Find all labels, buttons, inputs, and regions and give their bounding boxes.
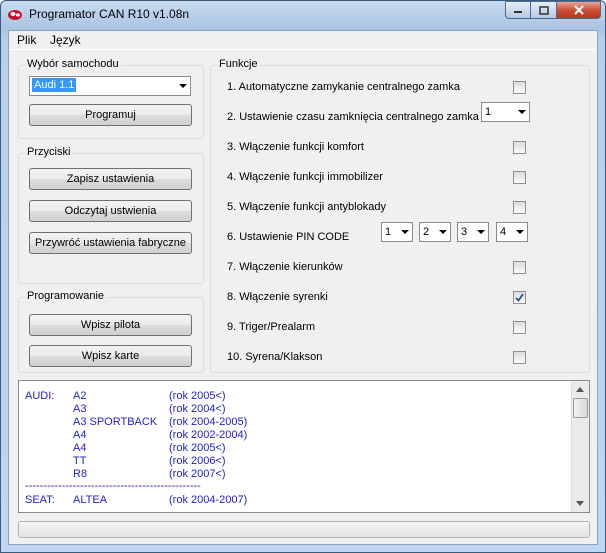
function-label-9: 9. Triger/Prealarm [227,321,316,333]
chevron-down-icon [401,230,409,234]
function-label-7: 7. Włączenie kierunków [227,261,343,273]
menu-plik[interactable]: Plik [17,33,36,47]
pin-digit-2-select[interactable]: 2 [419,222,451,242]
program-button[interactable]: Programuj [29,104,192,126]
menu-bar: Plik Język [9,31,597,50]
app-window: Programator CAN R10 v1.08n Plik Język Wy… [0,0,606,553]
list-separator: ----------------------------------------… [25,480,201,492]
window-title: Programator CAN R10 v1.08n [29,7,190,21]
client-area: Plik Język Wybór samochodu Audi 1.1 Prog… [8,30,598,545]
checkbox-trigger-prealarm[interactable] [513,321,526,334]
close-icon [573,5,584,15]
list-item: A3 (rok 2004<) [19,403,569,416]
list-years: (rok 2004-2005) [169,416,248,428]
write-remote-button[interactable]: Wpisz pilota [29,314,192,336]
checkbox-comfort[interactable] [513,141,526,154]
list-model: A4 [73,429,87,441]
title-bar[interactable]: Programator CAN R10 v1.08n [1,1,605,29]
list-brand: SEAT: [25,494,55,506]
checkbox-auto-lock[interactable] [513,81,526,94]
car-list[interactable]: AUDI: A2 (rok 2005<) A3 (rok 2004<) A3 S… [18,380,590,513]
list-years: (rok 2005<) [169,442,226,454]
checkmark-icon [515,293,524,302]
checkbox-immobilizer[interactable] [513,171,526,184]
list-years: (rok 2007<) [169,468,226,480]
list-model: TT [73,455,87,467]
list-years: (rok 2004-2007) [169,494,248,506]
progress-bar [18,521,590,538]
list-item: TT (rok 2006<) [19,455,569,468]
function-label-2: 2. Ustawienie czasu zamknięcia centralne… [227,111,479,123]
list-model: A2 [73,390,87,402]
checkbox-siren-horn[interactable] [513,351,526,364]
list-years: (rok 2002-2004) [169,429,248,441]
chevron-down-icon [518,110,526,114]
car-selection-label: Wybór samochodu [25,58,121,70]
list-item: AUDI: A2 (rok 2005<) [19,390,569,403]
lock-time-value: 1 [485,106,492,118]
chevron-down-icon [516,230,524,234]
maximize-icon [538,5,549,15]
programming-group-label: Programowanie [25,290,107,302]
chevron-down-icon [576,500,584,506]
read-settings-button[interactable]: Odczytaj ustwienia [29,200,192,222]
app-logo-icon [8,10,22,20]
scroll-thumb[interactable] [573,398,588,418]
list-model: R8 [73,468,88,480]
save-settings-button[interactable]: Zapisz ustawienia [29,168,192,190]
lock-time-select[interactable]: 1 [481,102,530,122]
buttons-group-label: Przyciski [25,146,73,158]
function-label-8: 8. Włączenie syrenki [227,291,328,303]
function-label-6: 6. Ustawienie PIN CODE [227,231,350,243]
list-item: A3 SPORTBACK (rok 2004-2005) [19,416,569,429]
function-label-10: 10. Syrena/Klakson [227,351,323,363]
pin-digit-3-value: 3 [461,226,468,238]
list-scrollbar[interactable] [571,381,589,512]
maximize-button[interactable] [531,1,557,19]
functions-group-label: Funkcje [217,58,260,70]
chevron-up-icon [576,386,584,392]
list-years: (rok 2005<) [169,390,226,402]
pin-digit-4-select[interactable]: 4 [496,222,528,242]
scroll-down-button[interactable] [572,495,588,511]
pin-digit-1-value: 1 [385,226,392,238]
list-model: ALTEA [73,494,108,506]
list-item: SEAT: ALTEA (rok 2004-2007) [19,494,569,507]
chevron-down-icon [179,84,187,88]
list-years: (rok 2006<) [169,455,226,467]
pin-digit-4-value: 4 [500,226,507,238]
function-label-5: 5. Włączenie funkcji antyblokady [227,201,386,213]
pin-digit-3-select[interactable]: 3 [457,222,489,242]
list-item: A4 (rok 2005<) [19,442,569,455]
restore-defaults-button[interactable]: Przywróć ustawienia fabryczne [29,232,192,254]
scroll-up-button[interactable] [572,381,588,397]
chevron-down-icon [477,230,485,234]
list-years: (rok 2004<) [169,403,226,415]
car-select[interactable]: Audi 1.1 [29,76,191,96]
chevron-down-icon [439,230,447,234]
minimize-button[interactable] [505,1,531,19]
checkbox-siren[interactable] [513,291,526,304]
function-label-1: 1. Automatyczne zamykanie centralnego za… [227,81,460,93]
pin-digit-1-select[interactable]: 1 [381,222,413,242]
list-model: A3 SPORTBACK [73,416,158,428]
checkbox-antiblock[interactable] [513,201,526,214]
close-button[interactable] [557,1,601,19]
list-model: A3 [73,403,87,415]
list-model: A4 [73,442,87,454]
car-select-value: Audi 1.1 [32,78,77,92]
list-item: A4 (rok 2002-2004) [19,429,569,442]
checkbox-indicators[interactable] [513,261,526,274]
function-label-3: 3. Włączenie funkcji komfort [227,141,364,153]
function-label-4: 4. Włączenie funkcji immobilizer [227,171,383,183]
minimize-icon [514,11,522,13]
write-card-button[interactable]: Wpisz karte [29,345,192,367]
pin-digit-2-value: 2 [423,226,430,238]
menu-jezyk[interactable]: Język [50,33,81,47]
list-brand: AUDI: [25,390,55,402]
